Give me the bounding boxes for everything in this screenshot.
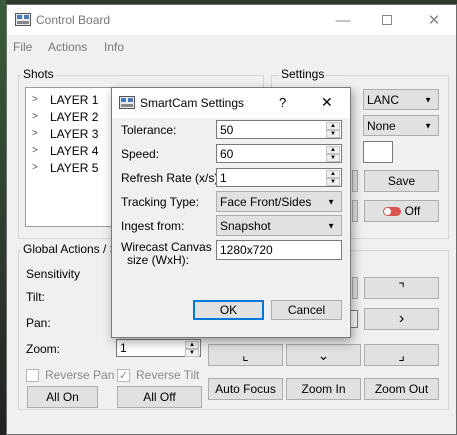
menu-actions[interactable]: Actions [48, 40, 87, 54]
dialog-close-icon[interactable]: ✕ [321, 94, 333, 111]
dropdown-arrow-icon: ▼ [424, 95, 432, 104]
dropdown-arrow-icon: ▼ [327, 221, 335, 230]
spin-up-icon[interactable]: ▲ [326, 170, 340, 178]
shots-tree[interactable]: > LAYER 1 > LAYER 2 > LAYER 3 > LAYER 4 > LAY… [25, 87, 117, 227]
option-select[interactable]: None ▼ [363, 115, 439, 136]
tree-item-layer-2[interactable]: > LAYER 2 [32, 108, 98, 125]
nav-up-right-button[interactable]: ⌝ [364, 277, 439, 299]
speed-label: Speed: [121, 147, 160, 161]
tolerance-stepper[interactable]: 50 ▲ ▼ [216, 120, 342, 139]
refresh-rate-label: Refresh Rate (x/s): [121, 171, 222, 185]
reverse-tilt-checkbox[interactable]: ✓ Reverse Tilt [117, 368, 199, 382]
nav-right-button[interactable]: › [364, 308, 439, 330]
smartcam-settings-dialog: SmartCam Settings ? ✕ Tolerance: 50 ▲ ▼ S… [111, 87, 351, 338]
spin-down-icon[interactable]: ▼ [326, 130, 340, 138]
chevron-right-icon[interactable]: > [32, 128, 44, 139]
nav-down-right-button[interactable]: ⌟ [364, 344, 439, 366]
chevron-right-icon[interactable]: > [32, 162, 44, 173]
chevron-right-icon[interactable]: > [32, 94, 44, 105]
toggle-off-icon [382, 206, 401, 216]
canvas-size-input[interactable]: 1280x720 [216, 240, 342, 260]
auto-focus-button[interactable]: Auto Focus [208, 378, 283, 400]
nav-button-edge[interactable] [352, 277, 358, 299]
tree-item-layer-5[interactable]: > LAYER 5 [32, 159, 98, 176]
maximize-icon[interactable] [372, 5, 402, 35]
tilt-label: Tilt: [26, 290, 45, 304]
zoom-sensitivity-stepper[interactable]: 1 ▲ ▼ [116, 339, 201, 357]
dialog-title: SmartCam Settings [140, 96, 245, 110]
spin-up-icon[interactable]: ▲ [185, 341, 199, 349]
minimize-icon[interactable]: — [328, 5, 358, 35]
menu-bar: File Actions Info [7, 36, 456, 58]
app-icon [119, 96, 135, 109]
app-icon [15, 13, 31, 26]
spin-down-icon[interactable]: ▼ [326, 154, 340, 162]
tree-item-layer-3[interactable]: > LAYER 3 [32, 125, 98, 142]
tolerance-label: Tolerance: [121, 123, 177, 137]
tree-item-layer-1[interactable]: > LAYER 1 [32, 91, 98, 108]
canvas-size-label-line-2: size (WxH): [127, 253, 189, 267]
save-button[interactable]: Save [364, 170, 439, 192]
chevron-right-icon[interactable]: > [32, 111, 44, 122]
checkbox-box[interactable] [26, 368, 39, 382]
hidden-button-edge[interactable] [352, 170, 358, 192]
sensitivity-label: Sensitivity [26, 267, 81, 281]
nav-down-left-button[interactable]: ⌞ [208, 344, 283, 366]
ingest-from-select[interactable]: Snapshot ▼ [216, 215, 342, 236]
dialog-title-bar[interactable]: SmartCam Settings ? ✕ [112, 88, 350, 118]
smartcam-toggle[interactable]: Off [364, 200, 439, 222]
ok-button[interactable]: OK [193, 300, 264, 320]
nav-down-button[interactable]: ⌄ [286, 344, 361, 366]
tree-item-layer-4[interactable]: > LAYER 4 [32, 142, 98, 159]
pan-label: Pan: [26, 316, 51, 330]
checkmark-icon[interactable]: ✓ [117, 368, 130, 382]
tracking-type-select[interactable]: Face Front/Sides ▼ [216, 191, 342, 212]
all-on-button[interactable]: All On [27, 386, 98, 408]
refresh-rate-stepper[interactable]: 1 ▲ ▼ [216, 168, 342, 187]
dropdown-arrow-icon: ▼ [424, 121, 432, 130]
menu-info[interactable]: Info [104, 40, 124, 54]
help-icon[interactable]: ? [279, 95, 286, 110]
reverse-pan-checkbox[interactable]: Reverse Pan [26, 368, 114, 382]
zoom-out-button[interactable]: Zoom Out [364, 378, 439, 400]
all-off-button[interactable]: All Off [117, 386, 202, 408]
shots-label: Shots [21, 67, 56, 81]
dropdown-arrow-icon: ▼ [327, 197, 335, 206]
spin-down-icon[interactable]: ▼ [326, 178, 340, 186]
spin-up-icon[interactable]: ▲ [326, 146, 340, 154]
canvas-size-label-line-1: Wirecast Canvas [121, 240, 212, 254]
spin-up-icon[interactable]: ▲ [326, 122, 340, 130]
zoom-in-button[interactable]: Zoom In [286, 378, 361, 400]
zoom-label: Zoom: [26, 342, 61, 356]
speed-stepper[interactable]: 60 ▲ ▼ [216, 144, 342, 163]
chevron-right-icon[interactable]: > [32, 145, 44, 156]
close-icon[interactable]: ✕ [419, 5, 449, 35]
cancel-button[interactable]: Cancel [271, 300, 342, 320]
tracking-type-label: Tracking Type: [121, 195, 200, 209]
window-title: Control Board [36, 13, 111, 27]
color-swatch[interactable] [363, 141, 393, 163]
settings-label: Settings [279, 67, 327, 81]
hidden-button-edge-2[interactable] [352, 200, 358, 222]
menu-file[interactable]: File [13, 40, 32, 54]
spin-down-icon[interactable]: ▼ [185, 349, 199, 357]
title-bar[interactable]: Control Board — ✕ [7, 5, 456, 35]
ingest-from-label: Ingest from: [121, 219, 185, 233]
protocol-select[interactable]: LANC ▼ [363, 89, 439, 110]
